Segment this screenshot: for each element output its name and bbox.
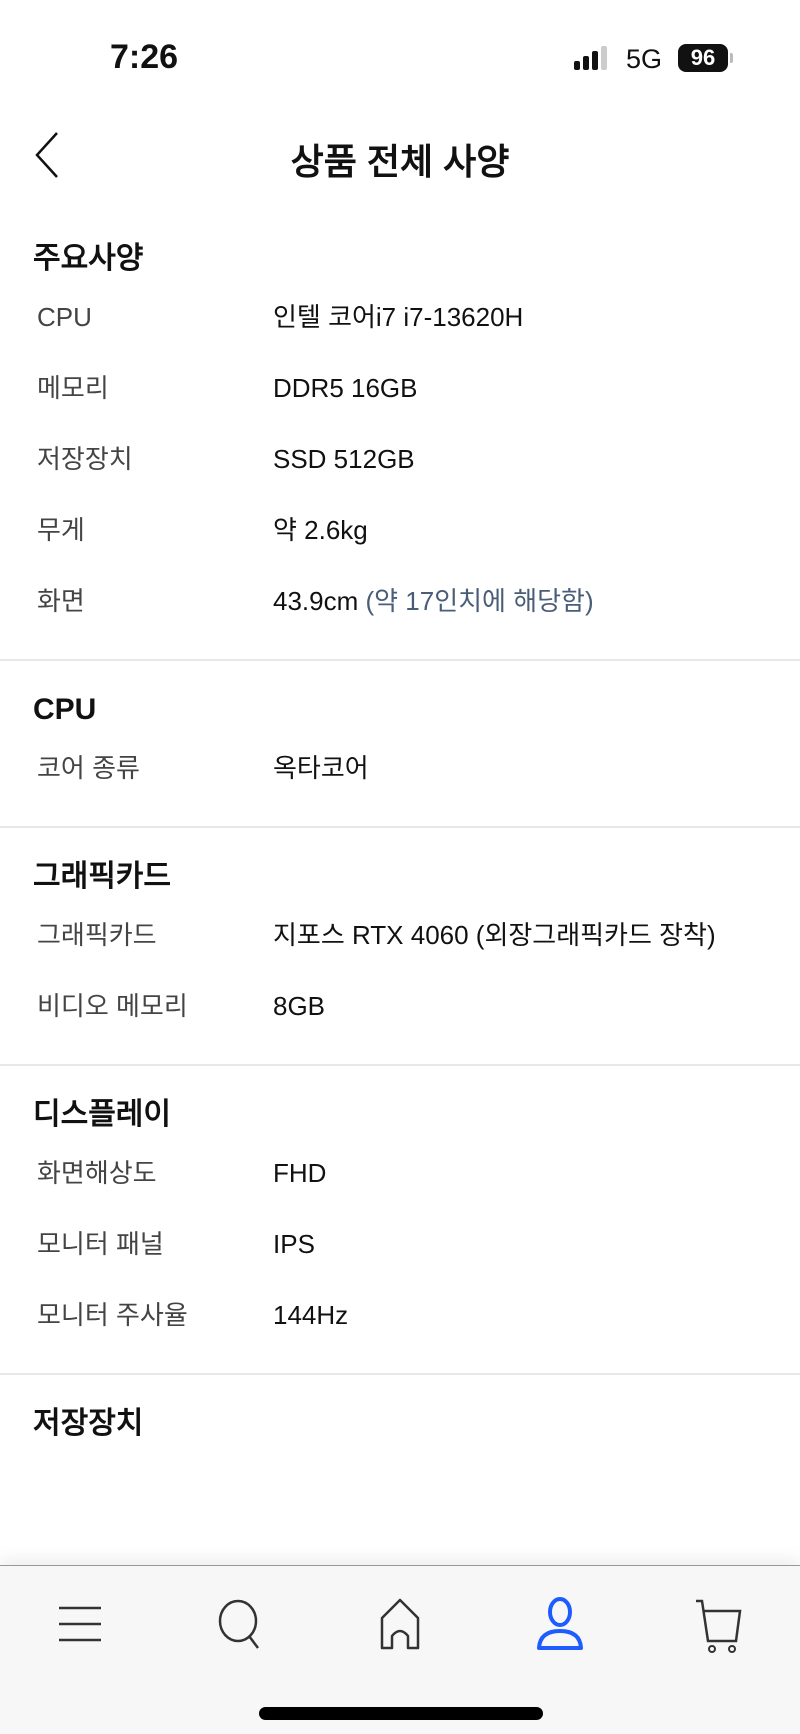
page-title: 상품 전체 사양 <box>290 141 510 182</box>
user-icon[interactable] <box>530 1596 590 1656</box>
section-title: 그래픽카드 <box>33 860 171 893</box>
signal-icon <box>574 46 607 70</box>
spec-row: 무게 약 2.6kg <box>0 497 800 568</box>
battery-icon: 96 <box>678 44 728 72</box>
section-title: 저장장치 <box>33 1407 144 1440</box>
spec-value-text: 옥타코어 <box>273 753 369 783</box>
spec-value: 43.9cm (약 17인치에 해당함) <box>273 580 800 627</box>
spec-value: 인텔 코어i7 i7-13620H <box>273 296 800 343</box>
section-title: CPU <box>33 693 97 726</box>
cart-icon[interactable] <box>690 1596 750 1656</box>
spec-row: 메모리 DDR5 16GB <box>0 355 800 426</box>
spec-label: 저장장치 <box>37 444 133 474</box>
spec-value-text: DDR5 16GB <box>273 373 418 403</box>
spec-value: SSD 512GB <box>273 438 800 485</box>
spec-section: 그래픽카드 그래픽카드 지포스 RTX 4060 (외장그래픽카드 장착) 비디… <box>0 828 800 1066</box>
spec-label: 메모리 <box>37 373 109 403</box>
spec-section: CPU 코어 종류 옥타코어 <box>0 661 800 828</box>
spec-value: DDR5 16GB <box>273 367 800 414</box>
spec-label: 그래픽카드 <box>37 920 157 950</box>
spec-value-text: IPS <box>273 1229 315 1259</box>
spec-row: 그래픽카드 지포스 RTX 4060 (외장그래픽카드 장착) <box>0 902 800 973</box>
spec-label: 모니터 패널 <box>37 1229 164 1259</box>
spec-label: 무게 <box>37 515 85 545</box>
spec-value-text: SSD 512GB <box>273 444 415 474</box>
spec-row: 화면 43.9cm (약 17인치에 해당함) <box>0 568 800 639</box>
spec-label: 화면해상도 <box>37 1158 157 1188</box>
spec-value: 지포스 RTX 4060 (외장그래픽카드 장착) <box>273 914 800 961</box>
spec-section: 주요사양 CPU 인텔 코어i7 i7-13620H 메모리 DDR5 16GB… <box>0 210 800 661</box>
spec-row: 저장장치 SSD 512GB <box>0 426 800 497</box>
spec-section: 디스플레이 화면해상도 FHD 모니터 패널 IPS 모니터 주사율 144Hz <box>0 1066 800 1375</box>
spec-label: CPU <box>37 302 92 332</box>
menu-icon[interactable] <box>50 1596 110 1656</box>
spec-value-text: 144Hz <box>273 1300 349 1330</box>
spec-value-text: 약 2.6kg <box>273 515 368 545</box>
spec-value-text: 8GB <box>273 991 326 1021</box>
status-time: 7:26 <box>110 38 179 76</box>
spec-value: 144Hz <box>273 1294 800 1341</box>
spec-value-text: 인텔 코어i7 i7-13620H <box>273 302 524 332</box>
spec-value-text: 지포스 RTX 4060 (외장그래픽카드 장착) <box>273 920 716 950</box>
section-title: 디스플레이 <box>33 1098 171 1131</box>
spec-row: 비디오 메모리 8GB <box>0 973 800 1044</box>
spec-row: 모니터 주사율 144Hz <box>0 1282 800 1353</box>
spec-value: 8GB <box>273 985 800 1032</box>
battery-tip <box>730 53 733 63</box>
spec-value: 약 2.6kg <box>273 509 800 556</box>
spec-row: 화면해상도 FHD <box>0 1140 800 1211</box>
home-indicator[interactable] <box>259 1707 543 1720</box>
spec-value-text: FHD <box>273 1158 327 1188</box>
spec-label: 화면 <box>37 586 85 616</box>
spec-section: 저장장치 <box>0 1375 800 1469</box>
network-type: 5G <box>626 44 663 74</box>
status-bar: 7:26 5G 96 <box>0 0 800 110</box>
spec-label: 코어 종류 <box>37 753 140 783</box>
spec-row: 모니터 패널 IPS <box>0 1211 800 1282</box>
spec-value: FHD <box>273 1152 800 1199</box>
spec-value-note: (약 17인치에 해당함) <box>365 586 594 616</box>
section-title: 주요사양 <box>33 242 144 275</box>
spec-list: 주요사양 CPU 인텔 코어i7 i7-13620H 메모리 DDR5 16GB… <box>0 210 800 1469</box>
header: 상품 전체 사양 <box>0 115 800 195</box>
spec-value: IPS <box>273 1223 800 1270</box>
spec-value-text: 43.9cm <box>273 586 359 616</box>
spec-value: 옥타코어 <box>273 747 800 794</box>
home-icon[interactable] <box>370 1596 430 1656</box>
spec-label: 모니터 주사율 <box>37 1300 188 1330</box>
spec-row: CPU 인텔 코어i7 i7-13620H <box>0 284 800 355</box>
search-icon[interactable] <box>210 1596 270 1656</box>
spec-label: 비디오 메모리 <box>37 991 188 1021</box>
spec-row: 코어 종류 옥타코어 <box>0 735 800 806</box>
